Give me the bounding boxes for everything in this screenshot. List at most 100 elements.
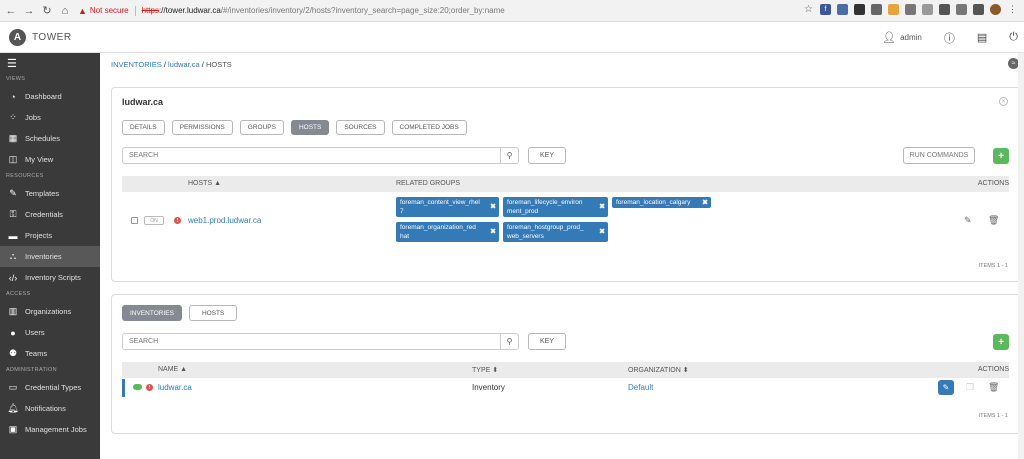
host-name-link[interactable]: web1.prod.ludwar.ca xyxy=(188,216,261,225)
app-brand: TOWER xyxy=(32,31,72,43)
user-icon: 👤︎ xyxy=(882,32,897,44)
user-icon: ● xyxy=(10,327,16,338)
items-count: ITEMS 1 - 1 xyxy=(978,263,1008,269)
organization-link[interactable]: Default xyxy=(628,383,653,392)
section-administration: ADMINISTRATION xyxy=(6,367,57,373)
edit-button[interactable]: ✎ xyxy=(938,380,954,395)
search-input[interactable] xyxy=(123,148,500,163)
sidebar-item-users[interactable]: ● Users xyxy=(0,322,100,343)
group-tag[interactable]: foreman_lifecycle_environ ment_prod ✖ xyxy=(503,197,608,217)
error-status-icon[interactable]: ! xyxy=(146,384,153,391)
host-enabled-toggle[interactable]: ON xyxy=(144,216,164,225)
reload-icon[interactable]: ↻ xyxy=(40,4,54,18)
header-actions: 👤︎ admin ⓘ ▤ ⏻ xyxy=(882,22,1024,53)
power-icon: ⏻ xyxy=(1009,31,1018,43)
sidebar-item-credential-types[interactable]: ▭ Credential Types xyxy=(0,377,100,398)
column-type[interactable]: TYPE ⬍ xyxy=(472,366,498,374)
close-icon[interactable]: ✕ xyxy=(999,97,1008,106)
address-bar[interactable]: ▲ Not secure https ://tower.ludwar.ca /#… xyxy=(78,3,808,19)
key-button[interactable]: KEY xyxy=(528,147,566,164)
group-tag[interactable]: foreman_location_calgary ✖ xyxy=(612,197,711,208)
trash-icon[interactable]: 🗑︎ xyxy=(988,382,999,393)
page-scrollbar[interactable] xyxy=(1018,53,1024,459)
sidebar-item-organizations[interactable]: ▥ Organizations xyxy=(0,301,100,322)
search-icon[interactable]: ⚲ xyxy=(500,334,518,349)
tab-hosts[interactable]: HOSTS xyxy=(188,305,238,321)
sidebar-item-jobs[interactable]: ⁘ Jobs xyxy=(0,107,100,128)
column-actions: ACTIONS xyxy=(977,366,1009,373)
logout-button[interactable]: ⏻ xyxy=(1009,31,1018,44)
sidebar-item-dashboard[interactable]: ◔ Dashboard xyxy=(0,86,100,107)
extension-icon[interactable] xyxy=(837,4,848,15)
star-icon[interactable]: ☆ xyxy=(803,4,814,15)
extension-icon[interactable] xyxy=(939,4,950,15)
profile-avatar[interactable] xyxy=(990,4,1001,15)
group-tag[interactable]: foreman_content_view_rhel 7 ✖ xyxy=(396,197,499,217)
extension-icon[interactable] xyxy=(956,4,967,15)
ansible-logo[interactable]: A xyxy=(9,28,26,46)
facebook-icon[interactable]: f xyxy=(820,4,831,15)
group-tag[interactable]: foreman_organization_red hat ✖ xyxy=(396,222,499,242)
tab-hosts[interactable]: HOSTS xyxy=(290,120,330,135)
error-status-icon[interactable]: ! xyxy=(174,217,181,224)
tab-inventories[interactable]: INVENTORIES xyxy=(122,305,182,321)
home-icon[interactable]: ⌂ xyxy=(58,4,72,18)
remove-icon[interactable]: ✖ xyxy=(599,228,605,237)
key-button[interactable]: KEY xyxy=(528,333,566,350)
sidebar-item-credentials[interactable]: ⚿ Credentials xyxy=(0,204,100,225)
section-resources: RESOURCES xyxy=(6,173,44,179)
remove-icon[interactable]: ✖ xyxy=(490,203,496,212)
sidebar-item-teams[interactable]: ⚉ Teams xyxy=(0,343,100,364)
extension-icon[interactable] xyxy=(871,4,882,15)
trash-icon[interactable]: 🗑︎ xyxy=(988,215,999,226)
column-organization[interactable]: ORGANIZATION ⬍ xyxy=(628,366,689,374)
extension-icon[interactable] xyxy=(922,4,933,15)
sidebar-item-my-view[interactable]: ◫ My View xyxy=(0,149,100,170)
add-inventory-button[interactable]: + xyxy=(993,334,1009,350)
column-name[interactable]: NAME ▲ xyxy=(158,366,187,373)
inventory-name-link[interactable]: ludwar.ca xyxy=(158,383,192,392)
sidebar-item-management-jobs[interactable]: ▣ Management Jobs xyxy=(0,419,100,440)
remove-icon[interactable]: ✖ xyxy=(702,198,708,207)
sidebar-item-inventory-scripts[interactable]: ‹/› Inventory Scripts xyxy=(0,267,100,288)
docs-button[interactable]: ▤ xyxy=(977,31,987,44)
column-hosts[interactable]: HOSTS ▲ xyxy=(188,180,221,187)
breadcrumb: INVENTORIES / ludwar.ca / HOSTS xyxy=(111,60,232,69)
run-commands-button[interactable]: RUN COMMANDS xyxy=(903,147,975,164)
breadcrumb-inventories[interactable]: INVENTORIES xyxy=(111,60,162,69)
username: admin xyxy=(900,33,922,42)
hamburger-icon[interactable]: ☰ xyxy=(0,53,100,73)
menu-icon[interactable]: ⋮ xyxy=(1007,4,1018,15)
edit-icon[interactable]: ✎ xyxy=(964,215,972,226)
group-tag[interactable]: foreman_hostgroup_prod_ web_servers ✖ xyxy=(503,222,608,242)
back-icon[interactable]: ← xyxy=(4,4,18,18)
breadcrumb-inventory[interactable]: ludwar.ca xyxy=(168,60,200,69)
sidebar-item-schedules[interactable]: ▦ Schedules xyxy=(0,128,100,149)
add-host-button[interactable]: + xyxy=(993,148,1009,164)
tab-sources[interactable]: SOURCES xyxy=(336,120,385,135)
search-input[interactable] xyxy=(123,334,500,349)
user-menu[interactable]: 👤︎ admin xyxy=(882,31,922,44)
search-icon[interactable]: ⚲ xyxy=(500,148,518,163)
remove-icon[interactable]: ✖ xyxy=(490,228,496,237)
sidebar-item-notifications[interactable]: 🔔︎ Notifications xyxy=(0,398,100,419)
sidebar-item-templates[interactable]: ✎ Templates xyxy=(0,183,100,204)
tab-permissions[interactable]: PERMISSIONS xyxy=(171,120,233,135)
cast-icon[interactable] xyxy=(973,4,984,15)
about-button[interactable]: ⓘ xyxy=(944,30,955,46)
extension-icon[interactable] xyxy=(888,4,899,15)
tab-groups[interactable]: GROUPS xyxy=(239,120,284,135)
sidebar-item-projects[interactable]: ▬ Projects xyxy=(0,225,100,246)
row-checkbox[interactable] xyxy=(131,217,138,224)
column-related-groups: RELATED GROUPS xyxy=(396,180,461,187)
cloud-sync-icon[interactable] xyxy=(133,384,142,390)
tab-completed-jobs[interactable]: COMPLETED JOBS xyxy=(391,120,467,135)
remove-icon[interactable]: ✖ xyxy=(599,203,605,212)
extension-icon[interactable] xyxy=(905,4,916,15)
tab-details[interactable]: DETAILS xyxy=(122,120,165,135)
dashboard-icon: ◔ xyxy=(10,91,16,102)
copy-icon[interactable]: ❐ xyxy=(966,382,974,393)
extension-icon[interactable] xyxy=(854,4,865,15)
sidebar-item-inventories[interactable]: ⛬ Inventories xyxy=(0,246,100,267)
forward-icon[interactable]: → xyxy=(22,4,36,18)
